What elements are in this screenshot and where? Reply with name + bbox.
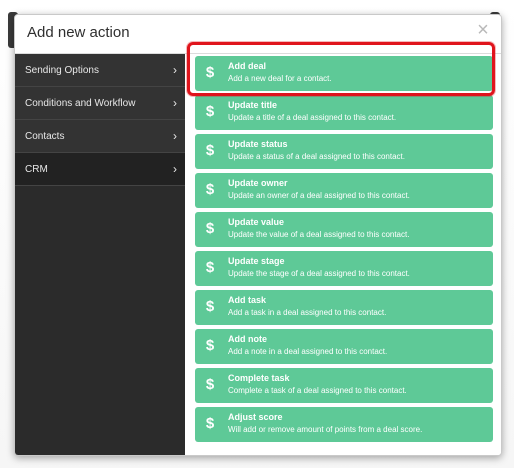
dollar-icon: $ bbox=[205, 415, 215, 432]
chevron-right-icon: › bbox=[173, 96, 177, 110]
action-description: Add a note in a deal assigned to this co… bbox=[228, 347, 388, 356]
action-title: Update title bbox=[228, 100, 278, 110]
action-description: Add a task in a deal assigned to this co… bbox=[228, 308, 387, 317]
dollar-icon: $ bbox=[205, 64, 215, 81]
action-title: Add deal bbox=[228, 61, 267, 71]
dialog-header: Add new action × bbox=[15, 15, 501, 54]
action-description: Add a new deal for a contact. bbox=[228, 74, 332, 83]
sidebar-item-sending-options[interactable]: Sending Options › bbox=[15, 54, 185, 87]
action-add-deal[interactable]: $ Add deal Add a new deal for a contact. bbox=[195, 56, 493, 91]
chevron-right-icon: › bbox=[173, 63, 177, 77]
dollar-icon: $ bbox=[205, 220, 215, 237]
chevron-right-icon: › bbox=[173, 162, 177, 176]
action-description: Update the stage of a deal assigned to t… bbox=[228, 269, 410, 278]
action-update-status[interactable]: $ Update status Update a status of a dea… bbox=[195, 134, 493, 169]
chevron-right-icon: › bbox=[173, 129, 177, 143]
action-description: Update a title of a deal assigned to thi… bbox=[228, 113, 397, 122]
sidebar-item-label: Contacts bbox=[25, 131, 65, 142]
dollar-icon: $ bbox=[205, 298, 215, 315]
action-description: Will add or remove amount of points from… bbox=[228, 425, 423, 434]
action-title: Adjust score bbox=[228, 412, 283, 422]
action-add-note[interactable]: $ Add note Add a note in a deal assigned… bbox=[195, 329, 493, 364]
action-description: Update the value of a deal assigned to t… bbox=[228, 230, 410, 239]
dollar-icon: $ bbox=[205, 181, 215, 198]
action-title: Update value bbox=[228, 217, 285, 227]
action-description: Complete a task of a deal assigned to th… bbox=[228, 386, 407, 395]
add-action-dialog: Add new action × Sending Options › Condi… bbox=[14, 14, 502, 456]
action-description: Update a status of a deal assigned to th… bbox=[228, 152, 405, 161]
close-icon[interactable]: × bbox=[473, 19, 493, 41]
dollar-icon: $ bbox=[205, 376, 215, 393]
action-description: Update an owner of a deal assigned to th… bbox=[228, 191, 410, 200]
action-adjust-score[interactable]: $ Adjust score Will add or remove amount… bbox=[195, 407, 493, 442]
sidebar-item-label: Conditions and Workflow bbox=[25, 98, 136, 109]
action-list: $ Add deal Add a new deal for a contact.… bbox=[185, 54, 501, 455]
action-title: Update status bbox=[228, 139, 288, 149]
sidebar-item-crm[interactable]: CRM › bbox=[15, 153, 185, 186]
action-title: Add task bbox=[228, 295, 267, 305]
action-update-title[interactable]: $ Update title Update a title of a deal … bbox=[195, 95, 493, 130]
dialog-title: Add new action bbox=[27, 24, 130, 41]
dollar-icon: $ bbox=[205, 259, 215, 276]
sidebar-item-label: Sending Options bbox=[25, 65, 99, 76]
category-sidebar: Sending Options › Conditions and Workflo… bbox=[15, 54, 185, 455]
sidebar-item-label: CRM bbox=[25, 164, 48, 175]
action-update-owner[interactable]: $ Update owner Update an owner of a deal… bbox=[195, 173, 493, 208]
action-update-value[interactable]: $ Update value Update the value of a dea… bbox=[195, 212, 493, 247]
action-complete-task[interactable]: $ Complete task Complete a task of a dea… bbox=[195, 368, 493, 403]
action-update-stage[interactable]: $ Update stage Update the stage of a dea… bbox=[195, 251, 493, 286]
action-title: Update owner bbox=[228, 178, 288, 188]
dollar-icon: $ bbox=[205, 103, 215, 120]
dollar-icon: $ bbox=[205, 142, 215, 159]
action-title: Update stage bbox=[228, 256, 285, 266]
sidebar-item-contacts[interactable]: Contacts › bbox=[15, 120, 185, 153]
action-title: Add note bbox=[228, 334, 267, 344]
dollar-icon: $ bbox=[205, 337, 215, 354]
action-add-task[interactable]: $ Add task Add a task in a deal assigned… bbox=[195, 290, 493, 325]
sidebar-item-conditions-and-workflow[interactable]: Conditions and Workflow › bbox=[15, 87, 185, 120]
action-title: Complete task bbox=[228, 373, 290, 383]
